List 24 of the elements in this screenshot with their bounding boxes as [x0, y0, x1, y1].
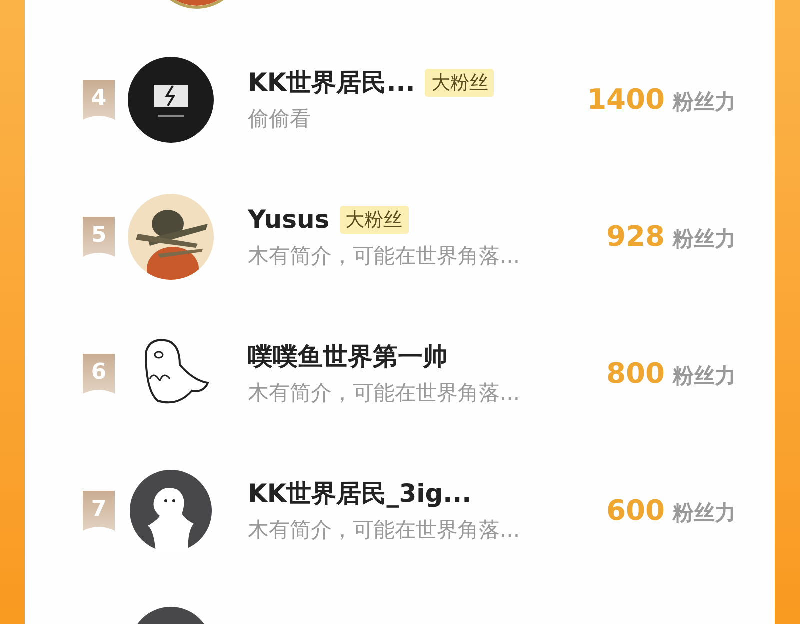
- fan-score: 800: [606, 356, 665, 392]
- user-bio: 木有简介，可能在世界角落...: [248, 516, 522, 544]
- score-unit: 粉丝力: [673, 362, 736, 390]
- fan-score: 928: [606, 218, 665, 254]
- score-unit: 粉丝力: [673, 500, 736, 526]
- score-unit: 粉丝力: [673, 88, 736, 116]
- user-name: 噗噗鱼世界第一帅: [248, 341, 448, 373]
- user-bio: 木有简介，可能在世界角落...: [248, 380, 522, 406]
- fan-badge: 大粉丝: [425, 68, 494, 97]
- user-name: Yusus: [248, 204, 330, 236]
- rank-badge: 7: [81, 490, 117, 530]
- score-unit: 粉丝力: [673, 226, 736, 252]
- user-bio: 木有简介，可能在世界角落...: [248, 242, 522, 270]
- broken-image-icon: [128, 56, 214, 142]
- fan-badge: 大粉丝: [340, 206, 409, 234]
- rank-badge: 4: [81, 80, 117, 120]
- default-avatar-icon: [128, 468, 214, 554]
- rank-badge: 6: [81, 354, 117, 394]
- user-name: KK世界居民...: [248, 67, 416, 99]
- rank-badge: 5: [81, 216, 117, 256]
- fan-score: 1400: [587, 82, 665, 118]
- fan-score: 600: [606, 492, 665, 528]
- user-bio: 偷偷看: [248, 106, 312, 132]
- user-name: KK世界居民_3ig...: [248, 478, 472, 510]
